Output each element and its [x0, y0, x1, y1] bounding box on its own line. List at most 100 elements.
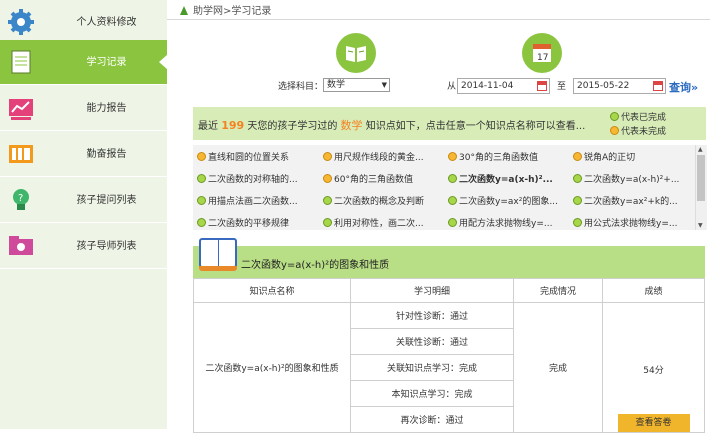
smile-icon	[448, 174, 457, 183]
knowledge-point-label: 用描点法画二次函数...	[208, 197, 298, 207]
to-date-input[interactable]: 2015-05-22	[573, 78, 666, 94]
knowledge-point-item[interactable]: 锐角A的正切	[573, 150, 691, 163]
knowledge-point-item[interactable]: 直线和圆的位置关系	[197, 150, 319, 163]
knowledge-point-label: 60°角的三角函数值	[334, 175, 413, 185]
sidebar: 个人资料修改 学习记录 能力报告 勤奋报告 ? 孩子提问列表 孩子导师列表	[0, 0, 167, 429]
knowledge-point-item[interactable]: 60°角的三角函数值	[323, 172, 445, 185]
sidebar-item-label: 学习记录	[86, 57, 127, 68]
knowledge-point-label: 用尺规作线段的黄金...	[334, 153, 424, 163]
column-header: 成绩	[602, 278, 705, 303]
smile-icon	[197, 174, 206, 183]
to-label: 至	[557, 82, 567, 92]
sidebar-item-diligence-report[interactable]: 勤奋报告	[0, 132, 167, 177]
column-header: 学习明细	[350, 278, 514, 303]
lightbulb-icon: ?	[6, 185, 36, 215]
breadcrumb: 助学网>学习记录	[180, 2, 271, 17]
point-name-cell: 二次函数y=a(x-h)²的图象和性质	[193, 302, 351, 433]
detail-table: 知识点名称 学习明细 完成情况 成绩 二次函数y=a(x-h)²的图象和性质 针…	[193, 278, 705, 433]
query-button[interactable]: 查询»	[669, 79, 698, 95]
knowledge-point-label: 二次函数y=ax²的图象...	[459, 197, 558, 207]
summary-bar: 最近 199 天您的孩子学习过的 数学 知识点如下，点击任意一个知识点名称可以查…	[193, 107, 706, 140]
breadcrumb-arrow-icon	[180, 6, 188, 15]
sidebar-item-label: 孩子提问列表	[76, 195, 137, 206]
scrollbar[interactable]: ▲ ▼	[695, 145, 706, 230]
sidebar-item-profile[interactable]: 个人资料修改	[0, 0, 167, 45]
knowledge-point-item[interactable]: 30°角的三角函数值	[448, 150, 570, 163]
knowledge-point-item[interactable]: 用公式法求抛物线y=...	[573, 216, 691, 229]
sidebar-item-ability-report[interactable]: 能力报告	[0, 86, 167, 131]
summary-days: 199	[221, 119, 245, 132]
scrollbar-thumb[interactable]	[697, 155, 705, 201]
knowledge-point-item[interactable]: 利用对称性，画二次...	[323, 216, 445, 229]
smile-icon	[323, 196, 332, 205]
knowledge-point-item[interactable]: 二次函数的概念及判断	[323, 194, 445, 207]
sad-icon	[323, 174, 332, 183]
column-header: 完成情况	[513, 278, 603, 303]
bookshelf-icon	[6, 139, 36, 169]
summary-text: 最近 199 天您的孩子学习过的 数学 知识点如下，点击任意一个知识点名称可以查…	[198, 117, 585, 133]
subject-select[interactable]: 数学 ▼	[323, 78, 390, 92]
gear-icon	[6, 7, 36, 37]
sidebar-item-study-record[interactable]: 学习记录	[0, 40, 167, 85]
knowledge-point-item[interactable]: 二次函数的平移规律	[197, 216, 319, 229]
sidebar-item-tutor-list[interactable]: 孩子导师列表	[0, 224, 167, 269]
detail-header: 二次函数y=a(x-h)²的图象和性质	[193, 238, 705, 278]
column-header: 知识点名称	[193, 278, 351, 303]
table-header-row: 知识点名称 学习明细 完成情况 成绩	[193, 278, 705, 303]
knowledge-point-item[interactable]: 二次函数y=a(x-h)²...	[448, 172, 570, 185]
smile-icon	[448, 196, 457, 205]
knowledge-point-label: 二次函数y=ax²+k的...	[584, 197, 678, 207]
step-cell: 本知识点学习：完成	[350, 380, 514, 407]
smile-icon	[610, 112, 619, 121]
sidebar-item-question-list[interactable]: ? 孩子提问列表	[0, 178, 167, 223]
smile-icon	[448, 218, 457, 227]
smile-icon	[573, 196, 582, 205]
knowledge-point-item[interactable]: 二次函数的对称轴的...	[197, 172, 319, 185]
summary-prefix: 最近	[198, 121, 218, 132]
notebook-icon	[6, 47, 36, 77]
sad-icon	[573, 152, 582, 161]
sad-icon	[448, 152, 457, 161]
sad-icon	[610, 126, 619, 135]
knowledge-point-item[interactable]: 用尺规作线段的黄金...	[323, 150, 445, 163]
scroll-up-icon[interactable]: ▲	[698, 146, 703, 153]
view-answer-button[interactable]: 查看答卷	[617, 414, 690, 432]
calendar-picker-icon[interactable]	[537, 81, 547, 91]
knowledge-point-item[interactable]: 二次函数y=ax²+k的...	[573, 194, 691, 207]
knowledge-point-label: 30°角的三角函数值	[459, 153, 538, 163]
chevron-down-icon: ▼	[381, 81, 387, 89]
knowledge-point-item[interactable]: 二次函数y=ax²的图象...	[448, 194, 570, 207]
open-book-icon	[199, 238, 237, 271]
legend-done-label: 代表已完成	[621, 113, 667, 123]
knowledge-point-item[interactable]: 用配方法求抛物线y=...	[448, 216, 570, 229]
subject-label: 选择科目：	[278, 82, 324, 92]
detail-title: 二次函数y=a(x-h)²的图象和性质	[241, 260, 390, 271]
knowledge-point-grid: 直线和圆的位置关系 用尺规作线段的黄金... 30°角的三角函数值 锐角A的正切二次函…	[193, 145, 707, 230]
score-value: 54分	[643, 366, 664, 376]
double-chevron-right-icon: »	[691, 81, 699, 94]
calendar-icon: 17	[522, 33, 562, 73]
from-date-input[interactable]: 2014-11-04	[457, 78, 550, 94]
summary-middle: 天您的孩子学习过的	[247, 121, 338, 132]
knowledge-point-item[interactable]: 用描点法画二次函数...	[197, 194, 319, 207]
knowledge-point-label: 锐角A的正切	[584, 153, 636, 163]
knowledge-point-label: 二次函数的平移规律	[208, 219, 290, 229]
calendar-picker-icon[interactable]	[653, 81, 663, 91]
knowledge-point-label: 二次函数的概念及判断	[334, 197, 425, 207]
sad-icon	[197, 152, 206, 161]
sidebar-item-label: 勤奋报告	[86, 149, 127, 160]
knowledge-point-label: 二次函数的对称轴的...	[208, 175, 298, 185]
knowledge-point-label: 用配方法求抛物线y=...	[459, 219, 553, 229]
smile-icon	[197, 218, 206, 227]
scroll-down-icon[interactable]: ▼	[698, 222, 703, 229]
step-cell: 关联性诊断：通过	[350, 328, 514, 355]
legend-undone: 代表未完成	[610, 124, 666, 137]
divider	[167, 19, 710, 20]
knowledge-point-label: 二次函数y=a(x-h)²...	[459, 175, 553, 185]
svg-text:?: ?	[18, 193, 23, 204]
sad-icon	[323, 152, 332, 161]
knowledge-point-item[interactable]: 二次函数y=a(x-h)²+...	[573, 172, 691, 185]
query-label: 查询	[669, 81, 691, 94]
breadcrumb-text[interactable]: 助学网>学习记录	[193, 6, 271, 17]
subject-select-value: 数学	[327, 80, 346, 90]
